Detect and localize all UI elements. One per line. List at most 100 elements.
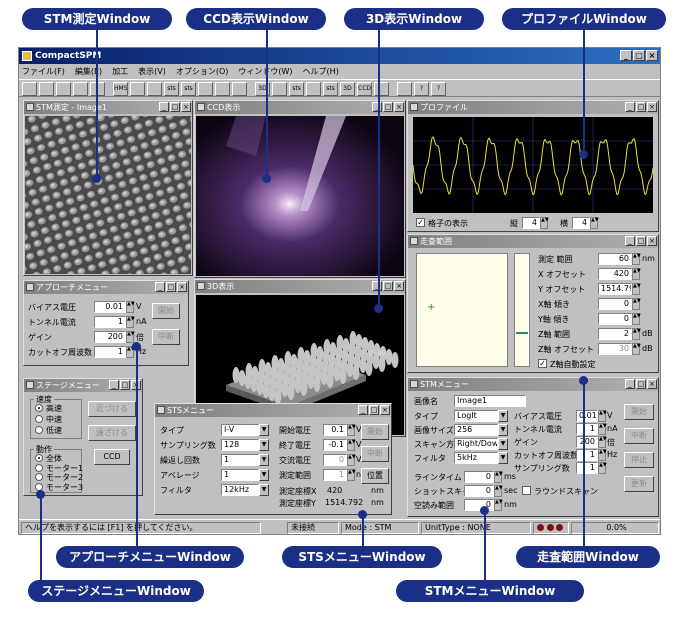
image-name-field[interactable]: Image1 bbox=[454, 395, 526, 407]
sts-param-field[interactable]: 1 bbox=[323, 469, 347, 481]
maximize-button[interactable]: □ bbox=[170, 102, 180, 112]
minimize-button[interactable]: _ bbox=[155, 282, 165, 292]
horiz-grid-spinner[interactable]: ▲▼ bbox=[590, 217, 599, 229]
approach-param-field[interactable]: 1 bbox=[94, 346, 126, 358]
stm-param-spinner[interactable]: ▲▼ bbox=[598, 423, 607, 435]
close-button[interactable]: × bbox=[380, 405, 390, 415]
action-radio[interactable] bbox=[35, 463, 43, 472]
close-button[interactable]: × bbox=[647, 102, 657, 112]
scan-param-spinner[interactable]: ▲▼ bbox=[632, 328, 641, 340]
menu-item[interactable]: オプション(O) bbox=[176, 64, 229, 79]
approach-param-spinner[interactable]: ▲▼ bbox=[126, 301, 135, 313]
toolbar-button[interactable] bbox=[306, 82, 321, 96]
sts-start-button[interactable]: 開始 bbox=[361, 424, 389, 440]
sts-param-select[interactable]: 1 bbox=[221, 454, 259, 466]
approach-start-button[interactable]: 開始 bbox=[152, 303, 180, 319]
z-auto-checkbox[interactable]: ✓ bbox=[538, 359, 547, 368]
horiz-grid-field[interactable]: 4 bbox=[572, 217, 590, 229]
scan-param-field[interactable]: 30 bbox=[598, 343, 632, 355]
scan-param-field[interactable]: 1514.792 bbox=[598, 283, 632, 295]
minimize-button[interactable]: _ bbox=[620, 50, 632, 61]
gap-range-field[interactable]: 0 bbox=[464, 499, 494, 511]
action-radio[interactable] bbox=[35, 473, 43, 481]
chevron-down-icon[interactable]: ▼ bbox=[259, 484, 269, 496]
toolbar-button[interactable] bbox=[22, 82, 37, 96]
close-button[interactable]: × bbox=[647, 236, 657, 246]
toolbar-button[interactable] bbox=[147, 82, 162, 96]
scan-param-spinner[interactable]: ▲▼ bbox=[632, 298, 641, 310]
sts-stop-button[interactable]: 中断 bbox=[361, 446, 389, 462]
maximize-button[interactable]: □ bbox=[383, 281, 393, 291]
scan-area-preview[interactable]: + bbox=[416, 253, 508, 367]
toolbar-button[interactable] bbox=[215, 82, 230, 96]
scan-param-field[interactable]: 420 bbox=[598, 268, 632, 280]
chevron-down-icon[interactable]: ▼ bbox=[498, 410, 508, 422]
close-button[interactable]: × bbox=[394, 102, 404, 112]
stm-param-field[interactable]: 0.01 bbox=[576, 410, 598, 422]
close-button[interactable]: × bbox=[646, 50, 658, 61]
sts-param-field[interactable]: 0 bbox=[323, 454, 347, 466]
scan-param-spinner[interactable]: ▲▼ bbox=[632, 268, 641, 280]
toolbar-button[interactable] bbox=[39, 82, 54, 96]
sts-param-spinner[interactable]: ▲▼ bbox=[347, 469, 356, 481]
toolbar-button[interactable]: HMS bbox=[113, 82, 128, 96]
grid-checkbox[interactable]: ✓ bbox=[416, 218, 425, 227]
menu-item[interactable]: ファイル(F) bbox=[22, 64, 65, 79]
close-button[interactable]: × bbox=[181, 102, 191, 112]
close-button[interactable]: × bbox=[177, 282, 187, 292]
menu-item[interactable]: 表示(V) bbox=[138, 64, 166, 79]
approach-stop-button[interactable]: 中断 bbox=[152, 329, 180, 345]
toolbar-button[interactable] bbox=[198, 82, 213, 96]
approach-param-field[interactable]: 0.01 bbox=[94, 301, 126, 313]
speed-radio[interactable] bbox=[35, 426, 43, 434]
toolbar-button[interactable]: ? bbox=[414, 82, 429, 96]
stm-image[interactable] bbox=[25, 116, 191, 274]
toolbar-button[interactable] bbox=[374, 82, 389, 96]
minimize-button[interactable]: _ bbox=[625, 236, 635, 246]
menu-item[interactable]: 編集(E) bbox=[75, 64, 102, 79]
stm-param-spinner[interactable]: ▲▼ bbox=[598, 410, 607, 422]
minimize-button[interactable]: _ bbox=[159, 102, 169, 112]
approach-param-spinner[interactable]: ▲▼ bbox=[126, 331, 135, 343]
approach-near-button[interactable]: 近づける bbox=[88, 401, 136, 417]
sts-position-button[interactable]: 位置 bbox=[361, 468, 389, 484]
sts-param-spinner[interactable]: ▲▼ bbox=[347, 454, 356, 466]
chevron-down-icon[interactable]: ▼ bbox=[498, 424, 508, 436]
toolbar-button[interactable] bbox=[73, 82, 88, 96]
speed-radio[interactable] bbox=[35, 404, 43, 412]
toolbar-button[interactable]: 3D bbox=[340, 82, 355, 96]
scan-param-field[interactable]: 2 bbox=[598, 328, 632, 340]
chevron-down-icon[interactable]: ▼ bbox=[498, 452, 508, 464]
toolbar-button[interactable] bbox=[397, 82, 412, 96]
stm-param-field[interactable]: 1 bbox=[576, 462, 598, 474]
shot-scan-field[interactable]: 0 bbox=[464, 485, 494, 497]
maximize-button[interactable]: □ bbox=[383, 102, 393, 112]
maximize-button[interactable]: □ bbox=[369, 405, 379, 415]
maximize-button[interactable]: □ bbox=[636, 102, 646, 112]
line-time-spinner[interactable]: ▲▼ bbox=[494, 471, 503, 483]
stm-param-select[interactable]: Right/Down bbox=[454, 438, 498, 450]
vert-grid-spinner[interactable]: ▲▼ bbox=[540, 217, 549, 229]
minimize-button[interactable]: _ bbox=[625, 379, 635, 389]
approach-param-field[interactable]: 1 bbox=[94, 316, 126, 328]
gap-range-spinner[interactable]: ▲▼ bbox=[494, 499, 503, 511]
sts-param-field[interactable]: 0.1 bbox=[323, 424, 347, 436]
maximize-button[interactable]: □ bbox=[636, 236, 646, 246]
scan-param-field[interactable]: 0 bbox=[598, 298, 632, 310]
menu-item[interactable]: 加工 bbox=[112, 64, 128, 79]
maximize-button[interactable]: □ bbox=[166, 282, 176, 292]
speed-radio[interactable] bbox=[35, 415, 43, 423]
close-button[interactable]: × bbox=[394, 281, 404, 291]
stm-start-button[interactable]: 開始 bbox=[624, 404, 654, 420]
minimize-button[interactable]: _ bbox=[358, 405, 368, 415]
toolbar-button[interactable] bbox=[272, 82, 287, 96]
menu-item[interactable]: ヘルプ(H) bbox=[303, 64, 339, 79]
retract-button[interactable]: 遠ざける bbox=[88, 425, 136, 441]
stm-update-button[interactable]: 更新 bbox=[624, 476, 654, 492]
line-time-field[interactable]: 0 bbox=[464, 471, 494, 483]
stm-param-select[interactable]: 5kHz bbox=[454, 452, 498, 464]
stm-param-spinner[interactable]: ▲▼ bbox=[598, 462, 607, 474]
maximize-button[interactable]: □ bbox=[120, 380, 130, 390]
vert-grid-field[interactable]: 4 bbox=[522, 217, 540, 229]
sts-param-select[interactable]: 128 bbox=[221, 439, 259, 451]
